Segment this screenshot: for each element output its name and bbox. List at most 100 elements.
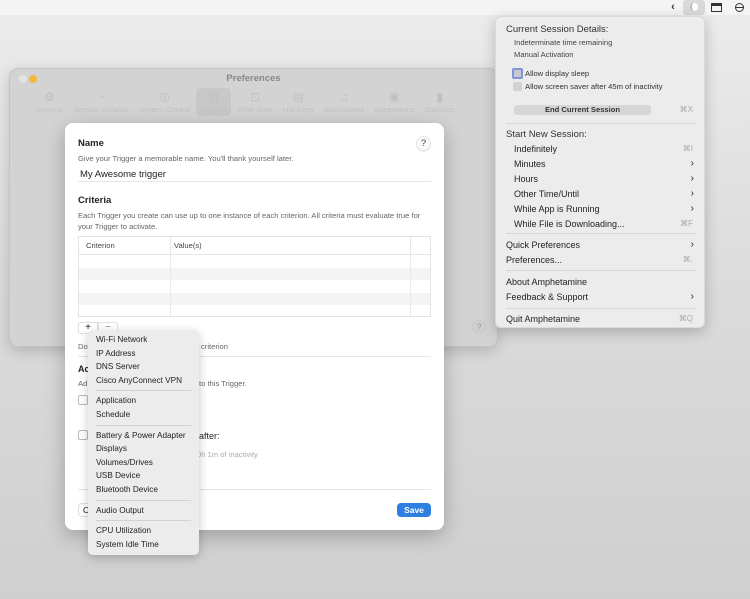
amphetamine-menu: Current Session Details: Indeterminate t…: [495, 16, 705, 328]
table-row[interactable]: [79, 267, 430, 280]
separator: [96, 390, 191, 392]
menu-item-start-while-app-is-running[interactable]: While App is Running: [514, 204, 600, 214]
toolbar-tab-notifications[interactable]: ♫ Notifications: [319, 88, 368, 116]
toolbar-tab-system-control[interactable]: ◎ System Control: [135, 88, 194, 116]
save-button[interactable]: Save: [397, 503, 431, 517]
table-row[interactable]: [79, 292, 430, 305]
database-icon[interactable]: [732, 0, 746, 15]
menu-item-start-hours[interactable]: Hours: [514, 174, 538, 184]
double-click-hint-end: criterion: [201, 342, 229, 351]
table-row[interactable]: [79, 255, 430, 268]
criteria-table[interactable]: Criterion Value(s): [78, 236, 431, 318]
after-label: after:: [199, 431, 220, 441]
chevron-right-icon: ›: [690, 291, 694, 302]
toolbar-tab-general[interactable]: ⚙ General: [32, 88, 67, 116]
table-header: Criterion Value(s): [79, 237, 430, 255]
criteria-menu-item[interactable]: Audio Output: [88, 504, 199, 518]
toolbar-tab-label: Triggers: [200, 105, 228, 114]
separator: [506, 233, 696, 234]
table-row[interactable]: [79, 280, 430, 293]
system-control-icon: ◎: [159, 90, 170, 104]
criteria-menu-item[interactable]: Schedule: [88, 408, 199, 422]
separator: [506, 270, 696, 271]
quit-shortcut: ⌘Q: [678, 314, 693, 323]
chevron-right-icon: ›: [690, 239, 694, 250]
toolbar-tab-session-defaults[interactable]: ◔ Session Defaults: [69, 88, 133, 116]
column-header-values[interactable]: Value(s): [171, 237, 411, 254]
criteria-menu-item[interactable]: Application: [88, 394, 199, 408]
allow-screen-saver-checkbox[interactable]: [513, 82, 522, 91]
separator: [96, 520, 191, 522]
separator: [506, 123, 696, 124]
allow-display-sleep-checkbox[interactable]: [512, 68, 523, 79]
preferences-shortcut: ⌘,: [682, 255, 693, 264]
criteria-menu-item[interactable]: USB Device: [88, 469, 199, 483]
action-checkbox-1[interactable]: [78, 395, 88, 405]
column-header-criterion[interactable]: Criterion: [79, 237, 171, 254]
toolbar-tab-hot-keys[interactable]: ▤ Hot Keys: [279, 88, 317, 116]
allow-display-sleep-label[interactable]: Allow display sleep: [525, 69, 589, 78]
menu-item-start-other-time-until[interactable]: Other Time/Until: [514, 189, 579, 199]
toolbar-tab-label: General: [36, 105, 63, 114]
chevron-right-icon: ›: [690, 188, 694, 199]
shortcut-label: ⌘I: [682, 144, 693, 153]
help-button[interactable]: ?: [416, 136, 431, 151]
hot-keys-icon: ▤: [292, 90, 304, 104]
toolbar-tab-drive-alive[interactable]: ⊡ Drive Alive: [233, 88, 276, 116]
allow-screen-saver-label[interactable]: Allow screen saver after 45m of inactivi…: [525, 82, 663, 91]
trigger-name-input[interactable]: [78, 167, 431, 182]
separator: [96, 499, 191, 501]
time-remaining: Indeterminate time remaining: [514, 38, 613, 47]
activation-type: Manual Activation: [514, 50, 574, 59]
criteria-menu-item[interactable]: Wi-Fi Network: [88, 333, 199, 347]
toolbar-tab-triggers[interactable]: ▥ Triggers: [196, 88, 232, 116]
triggers-icon: ▥: [208, 90, 220, 104]
criteria-menu-item[interactable]: Volumes/Drives: [88, 456, 199, 470]
statistics-icon: ▮: [436, 90, 443, 104]
menu-item-quit[interactable]: Quit Amphetamine: [506, 314, 580, 324]
toolbar-tab-label: Session Defaults: [72, 105, 129, 114]
menu-item-feedback[interactable]: Feedback & Support: [506, 292, 588, 302]
drive-alive-icon: ⊡: [250, 90, 261, 104]
criteria-menu-item[interactable]: Displays: [88, 442, 199, 456]
criteria-menu-item[interactable]: DNS Server: [88, 360, 199, 374]
separator: [96, 424, 191, 426]
toolbar-tab-label: Statistics: [424, 105, 455, 114]
menu-bar: ‹: [0, 0, 750, 15]
criteria-menu-item[interactable]: System Idle Time: [88, 538, 199, 552]
criteria-section-title: Criteria: [78, 195, 112, 206]
toolbar-tab-label: Notifications: [323, 105, 365, 114]
menu-item-start-indefinitely[interactable]: Indefinitely: [514, 144, 557, 154]
criteria-menu-item[interactable]: Bluetooth Device: [88, 483, 199, 497]
criteria-menu-item[interactable]: Battery & Power Adapter: [88, 429, 199, 443]
menu-item-about[interactable]: About Amphetamine: [506, 277, 587, 287]
general-icon: ⚙: [43, 90, 55, 104]
inactivity-text: 0h 1m of inactivity: [197, 450, 258, 459]
table-row[interactable]: [79, 305, 430, 318]
preferences-toolbar: ⚙ General ◔ Session Defaults ◎ System Control…: [32, 88, 461, 116]
window-icon[interactable]: [709, 0, 723, 15]
chevron-right-icon: ›: [690, 173, 694, 184]
actions-hint-start: Ad: [78, 379, 88, 388]
action-checkbox-2[interactable]: [78, 430, 88, 440]
menu-item-start-minutes[interactable]: Minutes: [514, 159, 546, 169]
criteria-menu-item[interactable]: Cisco AnyConnect VPN: [88, 374, 199, 388]
menu-item-quick-preferences[interactable]: Quick Preferences: [506, 240, 580, 250]
toolbar-tab-label: System Control: [138, 105, 191, 114]
toolbar-tab-statistics[interactable]: ▮ Statistics: [421, 88, 459, 116]
toolbar-tab-label: Hot Keys: [282, 105, 314, 114]
criteria-hint: Each Trigger you create can use up to on…: [78, 211, 421, 231]
actions-hint-end: to this Trigger.: [199, 379, 247, 388]
help-button[interactable]: ?: [472, 320, 486, 334]
chevron-left-icon[interactable]: ‹: [668, 0, 678, 15]
toolbar-tab-appearance[interactable]: ▣ Appearance: [370, 88, 418, 116]
toolbar-tab-label: Appearance: [374, 105, 415, 114]
criteria-menu-item[interactable]: CPU Utilization: [88, 524, 199, 538]
criteria-menu: Wi-Fi Network IP Address DNS Server Cisco A…: [88, 330, 199, 555]
start-session-title: Start New Session:: [506, 129, 587, 140]
menu-item-preferences[interactable]: Preferences...: [506, 255, 562, 265]
amphetamine-pill-icon[interactable]: [683, 0, 705, 15]
criteria-menu-item[interactable]: IP Address: [88, 347, 199, 361]
menu-item-start-while-file-is-downloading[interactable]: While File is Downloading...: [514, 219, 625, 229]
end-session-button[interactable]: End Current Session: [514, 105, 651, 115]
